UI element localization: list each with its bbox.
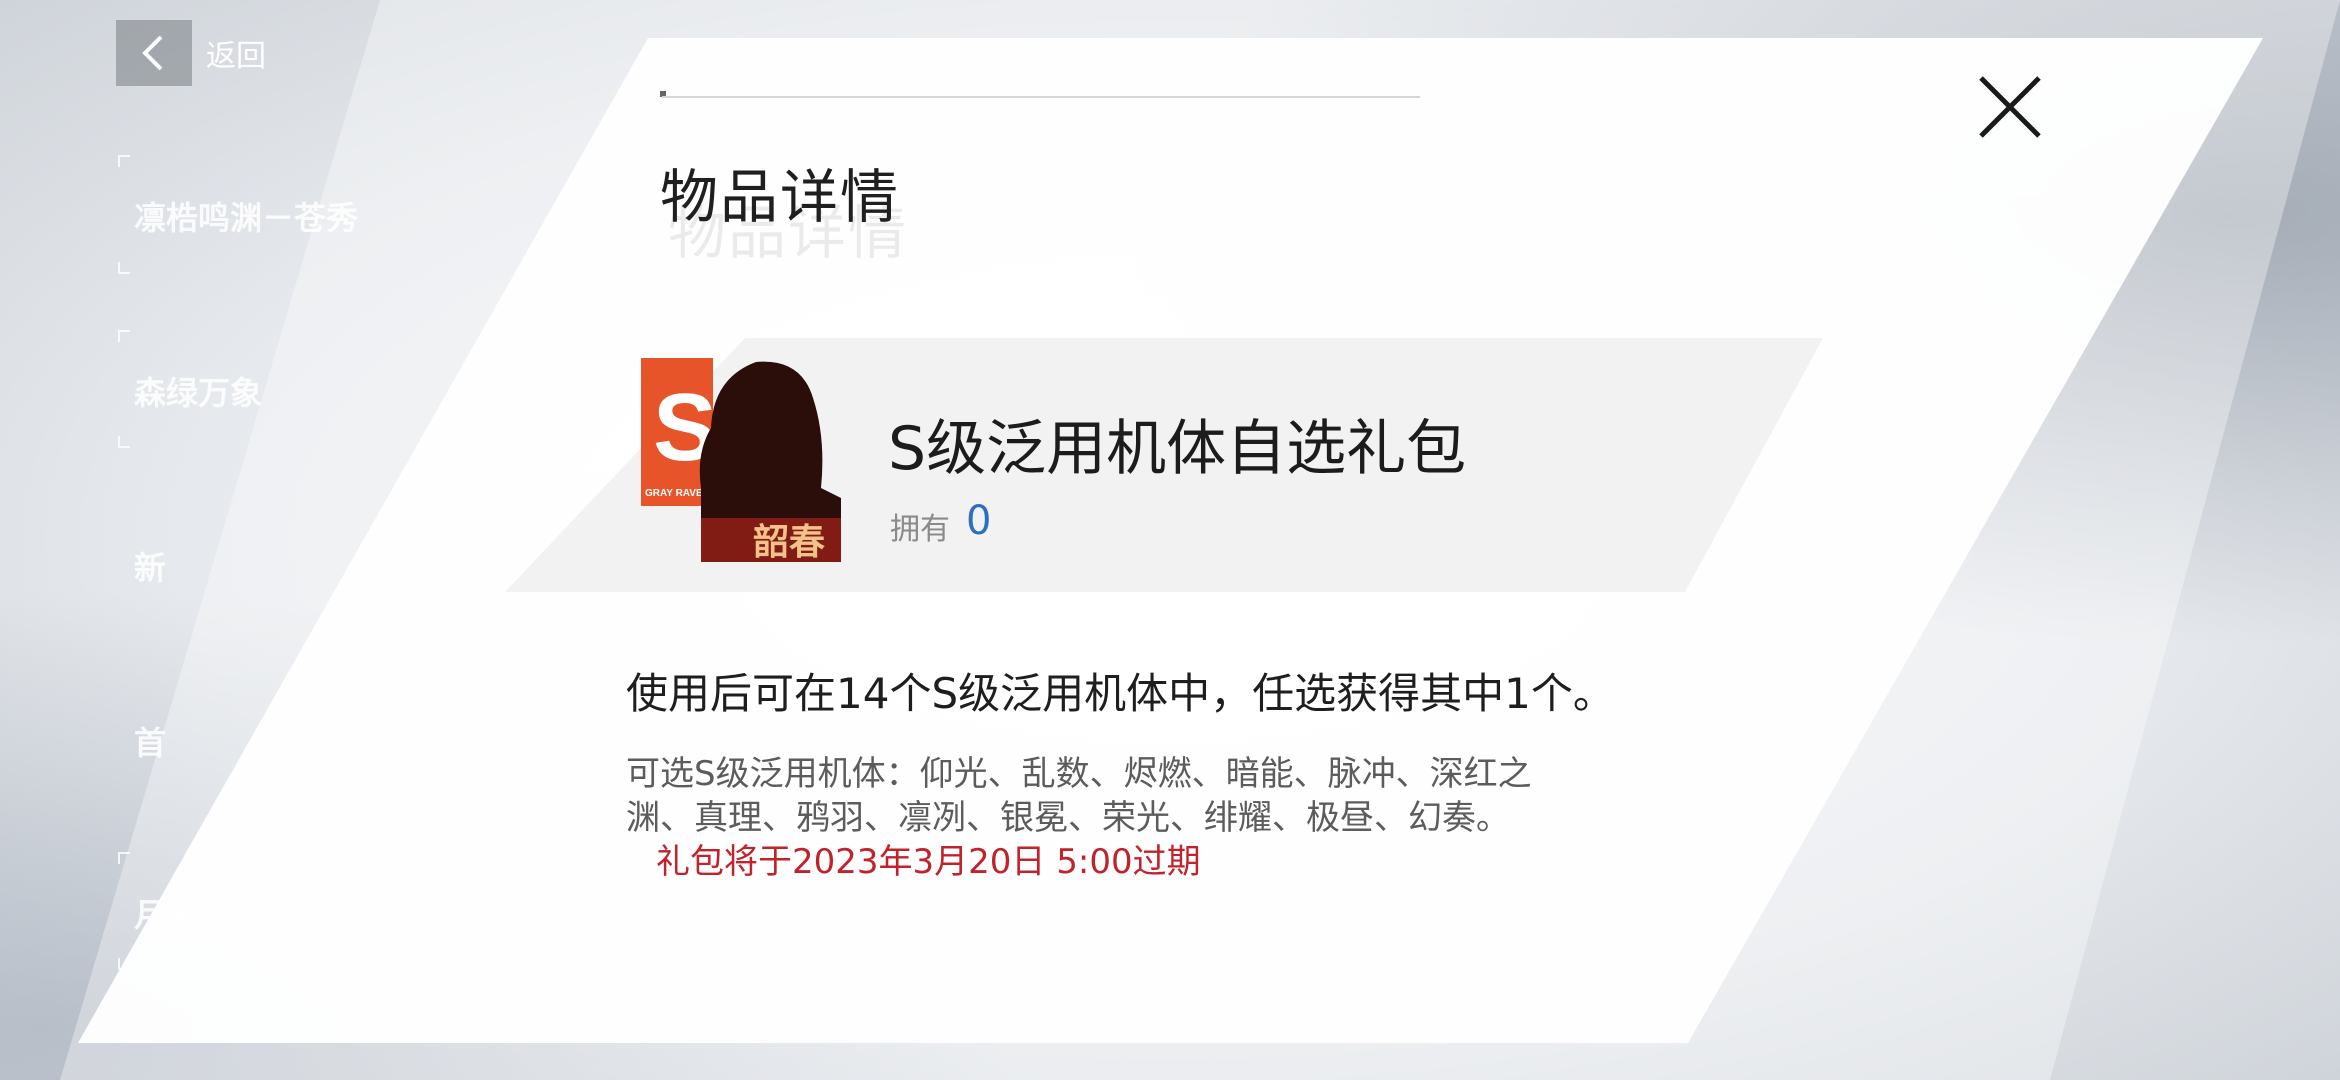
item-detail-text: 可选S级泛用机体：仰光、乱数、烬燃、暗能、脉冲、深红之渊、真理、鸦羽、凛冽、银冕… [626,752,1566,884]
menu-item-4[interactable]: 首 [134,718,166,764]
expire-notice: 礼包将于2023年3月20日 5:00过期 [656,842,1201,882]
dialog-title: 物品详情 [660,163,901,231]
icon-brand: GRAY RAVEN [645,488,710,499]
menu-corner [118,330,130,342]
owned-count: 0 [966,498,992,544]
owned-label: 拥有 [890,512,950,547]
close-button[interactable] [1975,72,2045,142]
icon-caption: 韶春 [753,521,825,562]
item-name: S级泛用机体自选礼包 [888,414,1467,484]
menu-corner [118,436,130,448]
back-button[interactable]: 返回 [116,20,266,86]
item-description: 使用后可在14个S级泛用机体中，任选获得其中1个。 [626,669,1615,718]
item-icon: S GRAY RAVEN 韶春 [641,358,843,563]
title-deco-line [662,96,1420,98]
back-label: 返回 [206,39,266,74]
menu-corner [118,852,130,864]
close-icon [1979,76,2041,138]
menu-corner [118,262,130,274]
selectable-list: 可选S级泛用机体：仰光、乱数、烬燃、暗能、脉冲、深红之渊、真理、鸦羽、凛冽、银冕… [626,754,1532,838]
menu-corner [118,155,130,167]
menu-item-1[interactable]: 凛梏鸣渊－苍秀 [134,193,358,239]
menu-item-3[interactable]: 新 [134,543,166,589]
back-arrow-icon [116,20,192,86]
menu-item-2[interactable]: 森绿万象 [134,368,262,414]
